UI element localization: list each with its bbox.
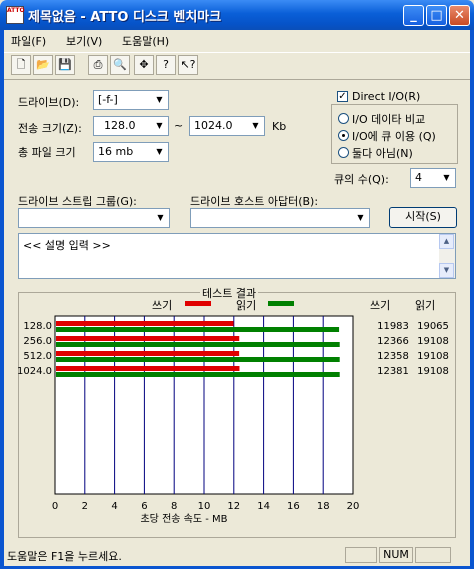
legend-read-swatch xyxy=(268,301,294,306)
radio-io-queue[interactable] xyxy=(338,130,349,141)
bar-write xyxy=(56,336,240,341)
close-button[interactable]: ✕ xyxy=(449,5,470,26)
x-tick-label: 18 xyxy=(317,501,330,512)
x-tick-label: 4 xyxy=(111,501,117,512)
value-read: 19108 xyxy=(417,336,449,347)
bar-read xyxy=(56,357,340,362)
x-tick-label: 12 xyxy=(227,501,240,512)
total-size-label: 총 파일 크기 xyxy=(18,146,76,159)
open-icon[interactable]: 📂 xyxy=(33,55,53,75)
chevron-down-icon[interactable]: ▼ xyxy=(439,170,454,186)
transfer-tilde: ~ xyxy=(174,119,184,132)
value-read: 19108 xyxy=(417,351,449,362)
chevron-down-icon[interactable]: ▼ xyxy=(153,210,168,226)
description-text: << 설명 입력 >> xyxy=(23,239,111,252)
bar-read xyxy=(56,327,340,332)
print-icon[interactable]: ⎙ xyxy=(88,55,108,75)
description-textarea[interactable]: << 설명 입력 >> ▲ ▼ xyxy=(18,233,456,279)
x-tick-label: 8 xyxy=(171,501,177,512)
drive-select[interactable]: [-f-] ▼ xyxy=(93,90,169,110)
start-button[interactable]: 시작(S) xyxy=(389,207,457,228)
host-adapter-label: 드라이브 호스트 아답터(B): xyxy=(190,195,319,208)
value-write: 12366 xyxy=(377,336,409,347)
drive-label: 드라이브(D): xyxy=(18,96,80,109)
move-icon[interactable]: ✥ xyxy=(134,55,154,75)
total-size-select[interactable]: 16 mb ▼ xyxy=(93,142,169,162)
status-text: 도움말은 F1을 누르세요. xyxy=(7,550,122,563)
x-tick-label: 6 xyxy=(141,501,147,512)
drive-select-value: [-f-] xyxy=(98,93,118,106)
queue-label: 큐의 수(Q): xyxy=(334,173,389,186)
value-read: 19108 xyxy=(417,366,449,377)
status-cell-scroll xyxy=(415,547,451,563)
radio-io-compare-label[interactable]: I/O 데이타 비교 xyxy=(352,111,425,127)
transfer-from-select[interactable]: 128.0 ▼ xyxy=(93,116,169,136)
total-size-value: 16 mb xyxy=(98,145,134,158)
app-icon[interactable]: ATTO xyxy=(6,6,25,24)
minimize-button[interactable]: _ xyxy=(403,5,424,26)
print-preview-icon[interactable]: 🔍 xyxy=(110,55,130,75)
x-tick-label: 14 xyxy=(257,501,270,512)
radio-io-none[interactable] xyxy=(338,147,349,158)
direct-io-label[interactable]: Direct I/O(R) xyxy=(352,90,420,103)
window-frame-left xyxy=(0,30,4,569)
x-tick-label: 2 xyxy=(82,501,88,512)
bar-read xyxy=(56,342,340,347)
category-label: 1024.0 xyxy=(18,366,52,377)
status-cell-caps xyxy=(345,547,377,563)
legend-write-swatch xyxy=(185,301,211,306)
value-write: 12358 xyxy=(377,351,409,362)
context-help-icon[interactable]: ↖? xyxy=(178,55,198,75)
value-read: 19065 xyxy=(417,321,449,332)
x-tick-label: 0 xyxy=(52,501,58,512)
transfer-size-label: 전송 크기(Z): xyxy=(18,122,82,135)
radio-io-none-label[interactable]: 둘다 아님(N) xyxy=(352,145,413,161)
transfer-to-select[interactable]: 1024.0 ▼ xyxy=(189,116,265,136)
menu-view[interactable]: 보기(V) xyxy=(66,33,102,49)
chevron-down-icon[interactable]: ▼ xyxy=(152,144,167,160)
category-label: 256.0 xyxy=(23,336,52,347)
status-num: NUM xyxy=(379,547,413,563)
stripe-group-select[interactable]: ▼ xyxy=(18,208,170,228)
chevron-down-icon[interactable]: ▼ xyxy=(353,210,368,226)
transfer-to-value: 1024.0 xyxy=(194,119,233,132)
value-write: 12381 xyxy=(377,366,409,377)
chevron-down-icon[interactable]: ▼ xyxy=(152,92,167,108)
x-axis-label: 초당 전송 속도 - MB xyxy=(140,513,227,525)
queue-select[interactable]: 4 ▼ xyxy=(410,168,456,188)
transfer-from-value: 128.0 xyxy=(104,119,136,132)
window-frame-right xyxy=(470,30,474,569)
transfer-unit: Kb xyxy=(272,120,287,133)
direct-io-checkbox[interactable]: ✓ xyxy=(337,91,348,102)
scroll-down-icon[interactable]: ▼ xyxy=(439,263,454,278)
value-write: 11983 xyxy=(377,321,409,332)
results-chart: 0 2 4 6 8 10 12 14 16 18 20 초당 전송 속도 - MB 128.0 11983… xyxy=(18,315,449,525)
save-icon[interactable]: 💾 xyxy=(55,55,75,75)
x-tick-label: 10 xyxy=(198,501,211,512)
x-tick-label: 20 xyxy=(347,501,360,512)
bar-write xyxy=(56,366,240,371)
maximize-button[interactable]: □ xyxy=(426,5,447,26)
scroll-up-icon[interactable]: ▲ xyxy=(439,234,454,249)
queue-value: 4 xyxy=(415,171,422,184)
radio-io-queue-label[interactable]: I/O에 큐 이용 (Q) xyxy=(352,128,436,144)
description-scrollbar[interactable]: ▲ ▼ xyxy=(439,234,455,278)
chevron-down-icon[interactable]: ▼ xyxy=(248,118,263,134)
bar-read xyxy=(56,372,340,377)
x-tick-label: 16 xyxy=(287,501,300,512)
menu-file[interactable]: 파일(F) xyxy=(11,33,46,49)
category-label: 512.0 xyxy=(23,351,52,362)
host-adapter-select[interactable]: ▼ xyxy=(190,208,370,228)
window-title: 제목없음 - ATTO 디스크 벤치마크 xyxy=(28,10,222,25)
help-icon[interactable]: ? xyxy=(156,55,176,75)
radio-io-compare[interactable] xyxy=(338,113,349,124)
chevron-down-icon[interactable]: ▼ xyxy=(152,118,167,134)
stripe-group-label: 드라이브 스트립 그룹(G): xyxy=(18,195,137,208)
bar-write xyxy=(56,351,240,356)
bar-write xyxy=(56,321,234,326)
new-icon[interactable]: 🗋 xyxy=(11,55,31,75)
menu-help[interactable]: 도움말(H) xyxy=(122,33,169,49)
category-label: 128.0 xyxy=(23,321,52,332)
